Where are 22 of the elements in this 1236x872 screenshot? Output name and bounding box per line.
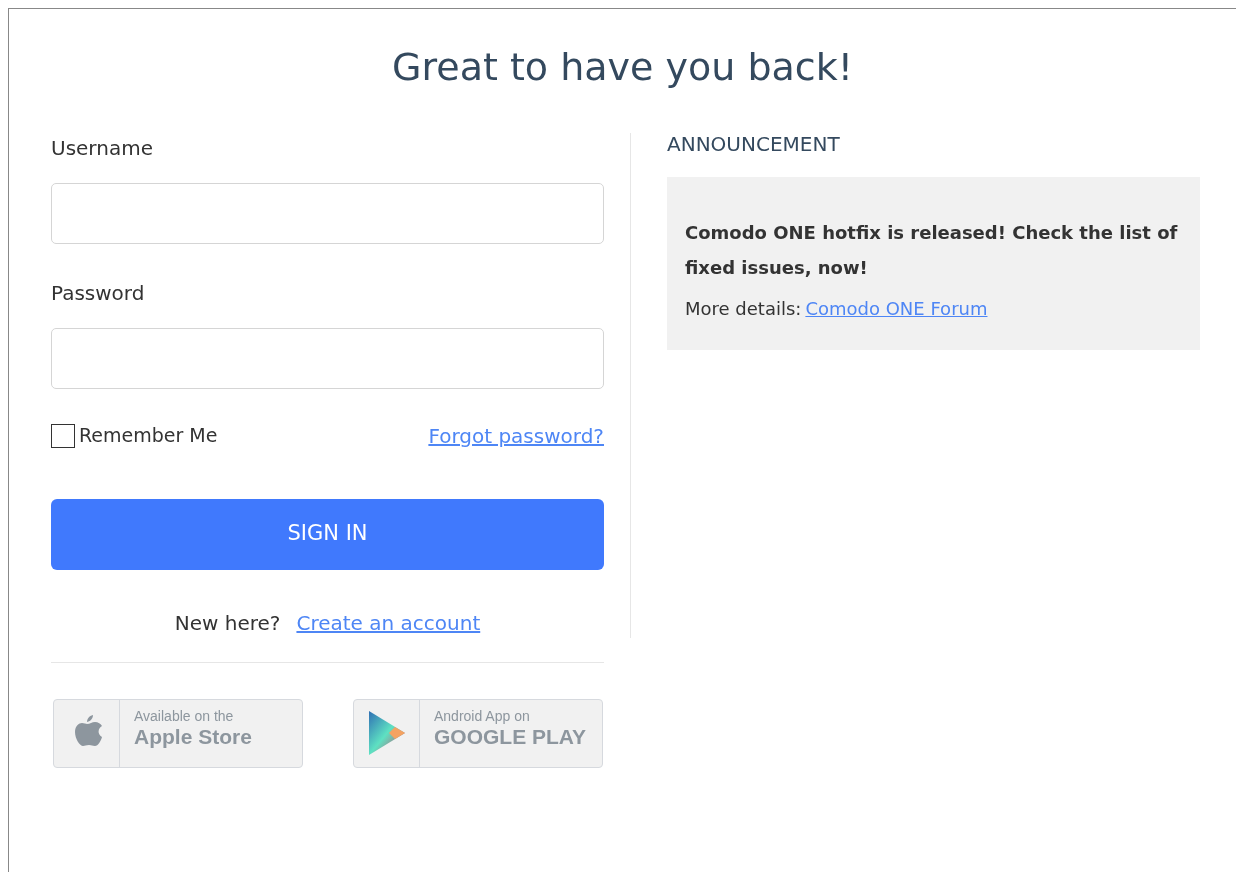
announcement-message: Comodo ONE hotfix is released! Check the list of fixed issues, now! <box>685 220 1179 280</box>
forum-link[interactable]: Comodo ONE Forum <box>805 294 988 322</box>
signup-prompt: New here? <box>174 609 281 637</box>
input-field[interactable] <box>51 182 604 244</box>
field-label: Password <box>51 279 146 307</box>
field-label: Username <box>51 134 154 162</box>
store-badge[interactable]: Android App on GOOGLE PLAY <box>353 698 603 768</box>
store-badge[interactable]: Available on the Apple Store <box>53 698 303 768</box>
create-account-link[interactable]: Create an account <box>296 607 481 638</box>
input-field[interactable] <box>51 327 604 389</box>
announcement-title: ANNOUNCEMENT <box>667 130 841 158</box>
sign-in-button[interactable]: SIGN IN <box>51 498 604 570</box>
badge-caption: Available on the <box>134 707 235 725</box>
page-heading: Great to have you back! <box>391 45 854 91</box>
checkbox[interactable] <box>51 423 75 448</box>
badge-title: Apple Store <box>134 724 252 750</box>
forgot-password-link[interactable]: Forgot password? <box>428 420 604 451</box>
details-label: More details: <box>685 296 802 321</box>
play-icon <box>366 710 407 757</box>
checkbox-label: Remember Me <box>79 423 218 449</box>
badge-caption: Android App on <box>434 707 531 725</box>
badge-title: GOOGLE PLAY <box>434 724 587 750</box>
